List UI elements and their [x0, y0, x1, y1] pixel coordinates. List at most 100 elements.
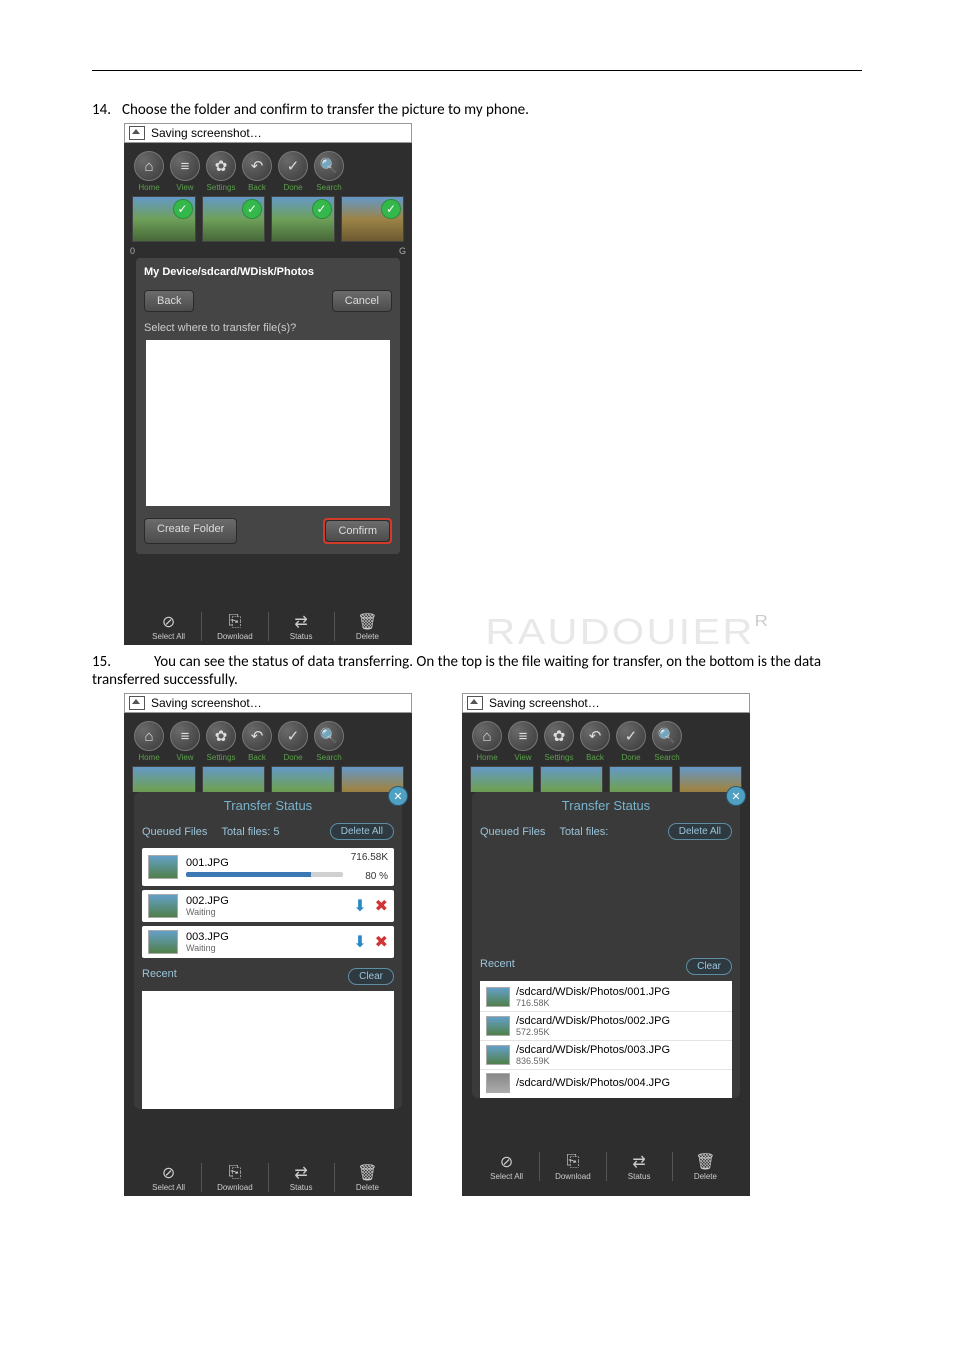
delete-label: Delete: [673, 1172, 738, 1181]
status-icon[interactable]: ⇄: [607, 1152, 672, 1172]
queue-row: 003.JPG Waiting ⬇✖: [142, 926, 394, 958]
file-thumb: [148, 930, 178, 954]
cancel-icon[interactable]: ✖: [375, 896, 388, 916]
status-icon[interactable]: ⇄: [269, 612, 334, 632]
thumb[interactable]: ✓: [341, 196, 405, 242]
thumb-strip: [462, 764, 750, 792]
screenshot-2: Saving screenshot… ⌂Home ≡View ✿Settings…: [124, 693, 412, 1196]
home-icon[interactable]: ⌂: [134, 721, 164, 751]
transfer-title: Transfer Status: [134, 792, 402, 819]
settings-label: Settings: [206, 753, 236, 762]
transfer-status-panel: ✕ Transfer Status Queued Files Total fil…: [472, 792, 740, 1098]
download-label: Download: [540, 1172, 605, 1181]
select-all-label: Select All: [136, 1183, 201, 1192]
view-label: View: [508, 753, 538, 762]
recent-path: /sdcard/WDisk/Photos/002.JPG: [516, 1015, 726, 1027]
thumb[interactable]: ✓: [132, 196, 196, 242]
select-all-label: Select All: [474, 1172, 539, 1181]
download-icon[interactable]: ⎘: [202, 1163, 267, 1183]
back-icon[interactable]: ↶: [580, 721, 610, 751]
home-label: Home: [134, 753, 164, 762]
select-all-icon[interactable]: ⊘: [474, 1152, 539, 1172]
download-label: Download: [202, 632, 267, 641]
recent-path: /sdcard/WDisk/Photos/003.JPG: [516, 1044, 726, 1056]
back-label: Back: [242, 183, 272, 192]
select-all-icon[interactable]: ⊘: [136, 1163, 201, 1183]
delete-all-button[interactable]: Delete All: [330, 823, 394, 840]
close-icon[interactable]: ✕: [388, 786, 408, 806]
status-label: Status: [269, 1183, 334, 1192]
select-all-icon[interactable]: ⊘: [136, 612, 201, 632]
search-icon[interactable]: 🔍: [314, 721, 344, 751]
cancel-button[interactable]: Cancel: [332, 290, 392, 312]
home-label: Home: [472, 753, 502, 762]
destination-prompt: Select where to transfer file(s)?: [136, 318, 400, 340]
view-icon[interactable]: ≡: [170, 151, 200, 181]
settings-icon[interactable]: ✿: [206, 151, 236, 181]
header-rule: [92, 70, 862, 71]
image-icon: [129, 696, 145, 710]
step-14: 14.Choose the folder and confirm to tran…: [92, 101, 862, 119]
done-icon[interactable]: ✓: [278, 151, 308, 181]
settings-icon[interactable]: ✿: [544, 721, 574, 751]
search-icon[interactable]: 🔍: [314, 151, 344, 181]
queue-row: 001.JPG 716.58K 80 %: [142, 848, 394, 886]
close-icon[interactable]: ✕: [726, 786, 746, 806]
delete-icon[interactable]: 🗑: [673, 1152, 738, 1172]
file-size: 716.58K: [351, 852, 388, 863]
file-percent: 80 %: [365, 871, 388, 882]
cancel-icon[interactable]: ✖: [375, 932, 388, 952]
view-icon[interactable]: ≡: [508, 721, 538, 751]
thumb[interactable]: ✓: [202, 196, 266, 242]
done-label: Done: [278, 753, 308, 762]
step-15-num: 15.: [92, 653, 122, 671]
home-icon[interactable]: ⌂: [472, 721, 502, 751]
clear-button[interactable]: Clear: [348, 968, 394, 985]
file-thumb: [148, 855, 178, 879]
recent-size: 572.95K: [516, 1027, 726, 1037]
home-icon[interactable]: ⌂: [134, 151, 164, 181]
view-label: View: [170, 183, 200, 192]
delete-label: Delete: [335, 1183, 400, 1192]
delete-all-button[interactable]: Delete All: [668, 823, 732, 840]
queue-row: 002.JPG Waiting ⬇✖: [142, 890, 394, 922]
right-marker: G: [399, 246, 406, 256]
status-icon[interactable]: ⇄: [269, 1163, 334, 1183]
window-titlebar: Saving screenshot…: [124, 123, 412, 143]
file-name: 002.JPG: [186, 895, 353, 907]
delete-label: Delete: [335, 632, 400, 641]
back-icon[interactable]: ↶: [242, 151, 272, 181]
back-icon[interactable]: ↶: [242, 721, 272, 751]
thumb[interactable]: ✓: [271, 196, 335, 242]
download-icon[interactable]: ⬇: [353, 932, 366, 952]
check-icon: ✓: [381, 199, 401, 219]
file-thumb: [486, 1073, 510, 1093]
back-label: Back: [580, 753, 610, 762]
download-icon[interactable]: ⎘: [202, 612, 267, 632]
settings-icon[interactable]: ✿: [206, 721, 236, 751]
back-button[interactable]: Back: [144, 290, 194, 312]
create-folder-button[interactable]: Create Folder: [144, 518, 237, 544]
transfer-status-panel: ✕ Transfer Status Queued Files Total fil…: [134, 792, 402, 1109]
screenshot-3: Saving screenshot… ⌂Home ≡View ✿Settings…: [462, 693, 750, 1196]
delete-icon[interactable]: 🗑: [335, 1163, 400, 1183]
recent-row: /sdcard/WDisk/Photos/004.JPG: [480, 1070, 732, 1096]
confirm-button[interactable]: Confirm: [325, 520, 390, 542]
recent-row: /sdcard/WDisk/Photos/002.JPG572.95K: [480, 1012, 732, 1041]
done-icon[interactable]: ✓: [616, 721, 646, 751]
search-label: Search: [652, 753, 682, 762]
download-icon[interactable]: ⎘: [540, 1152, 605, 1172]
recent-size: 836.59K: [516, 1056, 726, 1066]
download-icon[interactable]: ⬇: [353, 896, 366, 916]
settings-label: Settings: [544, 753, 574, 762]
bottom-toolbar: ⊘Select All ⎘Download ⇄Status 🗑Delete: [124, 606, 412, 645]
file-thumb: [486, 1045, 510, 1065]
status-label: Status: [607, 1172, 672, 1181]
search-icon[interactable]: 🔍: [652, 721, 682, 751]
folder-list[interactable]: [146, 340, 390, 506]
status-label: Status: [269, 632, 334, 641]
view-icon[interactable]: ≡: [170, 721, 200, 751]
done-icon[interactable]: ✓: [278, 721, 308, 751]
delete-icon[interactable]: 🗑: [335, 612, 400, 632]
clear-button[interactable]: Clear: [686, 958, 732, 975]
